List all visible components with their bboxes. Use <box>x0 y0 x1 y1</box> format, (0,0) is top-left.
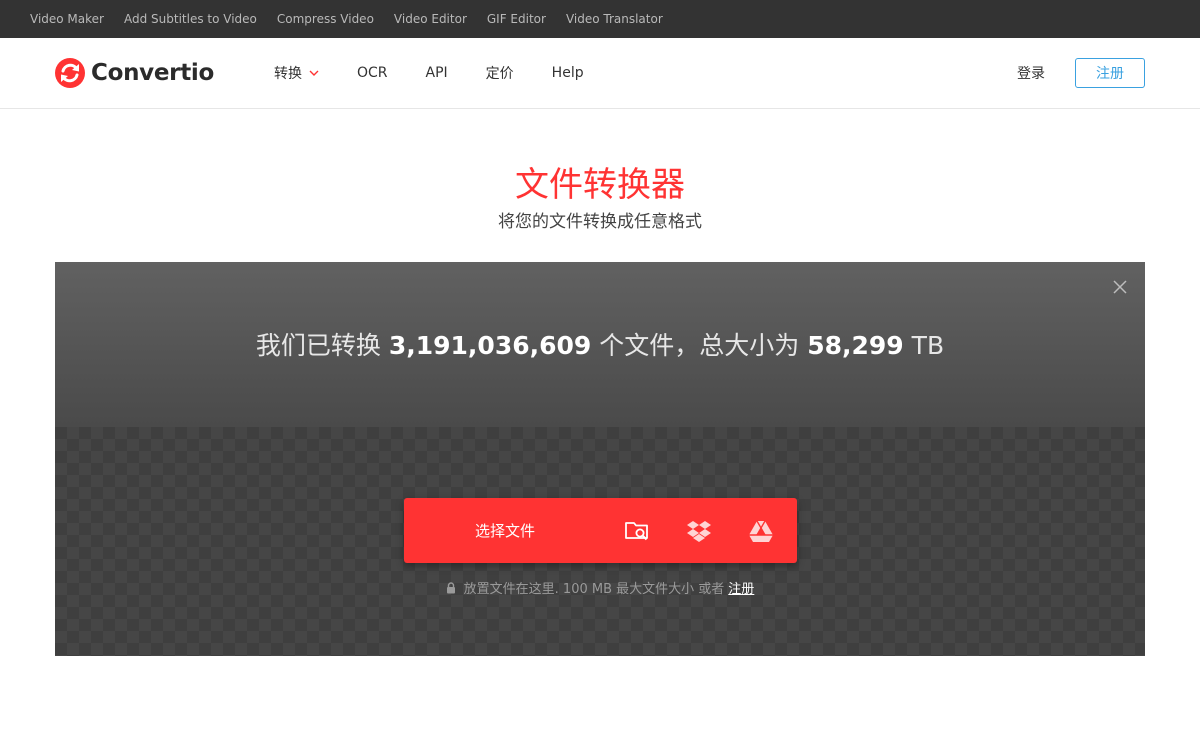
nav-convert-label: 转换 <box>273 66 302 82</box>
stats-banner: 我们已转换 3,191,036,609 个文件，总大小为 58,299 TB <box>55 262 1145 427</box>
lock-icon <box>446 581 455 593</box>
stats-middle: 个文件，总大小为 <box>599 330 800 360</box>
page-subtitle: 将您的文件转换成任意格式 <box>498 212 702 232</box>
header-actions: 登录 注册 <box>1017 58 1145 88</box>
drop-zone[interactable]: 选择文件 放置文件在这里. 100 MB 最大文件大小 或者 注册 <box>55 427 1145 656</box>
main-nav: 转换 OCR API 定价 Help <box>274 63 622 83</box>
topbar-link-video-maker[interactable]: Video Maker <box>30 12 104 26</box>
topbar-link-video-editor[interactable]: Video Editor <box>394 12 467 26</box>
topbar-link-add-subtitles[interactable]: Add Subtitles to Video <box>124 12 257 26</box>
logo-text: Convertio <box>91 60 214 86</box>
hint-signup-link[interactable]: 注册 <box>728 578 754 597</box>
signup-button[interactable]: 注册 <box>1075 58 1145 88</box>
stats-unit: TB <box>911 330 945 360</box>
google-drive-icon <box>749 520 773 542</box>
chevron-down-icon <box>309 70 319 76</box>
upload-bar: 选择文件 <box>404 498 797 563</box>
site-header: Convertio 转换 OCR API 定价 Help 登录 注册 <box>0 38 1200 109</box>
stats-prefix: 我们已转换 <box>255 330 381 360</box>
top-bar: Video Maker Add Subtitles to Video Compr… <box>0 0 1200 38</box>
nav-help[interactable]: Help <box>552 65 584 81</box>
stats-total-size: 58,299 <box>807 330 904 360</box>
drop-hint: 放置文件在这里. 100 MB 最大文件大小 或者 注册 <box>55 578 1145 597</box>
from-computer-button[interactable] <box>606 498 668 563</box>
convertio-logo-icon <box>55 58 85 88</box>
dropbox-icon <box>687 520 711 542</box>
stats-files-count: 3,191,036,609 <box>388 330 592 360</box>
from-google-drive-button[interactable] <box>730 498 792 563</box>
hero: 文件转换器 将您的文件转换成任意格式 <box>0 109 1200 232</box>
converter-panel: 我们已转换 3,191,036,609 个文件，总大小为 58,299 TB 选… <box>55 262 1145 656</box>
nav-ocr[interactable]: OCR <box>357 65 388 81</box>
topbar-link-video-translator[interactable]: Video Translator <box>566 12 663 26</box>
nav-api[interactable]: API <box>426 65 448 81</box>
page-title: 文件转换器 <box>515 165 685 205</box>
drop-hint-text: 放置文件在这里. 100 MB 最大文件大小 或者 <box>463 582 725 597</box>
nav-pricing[interactable]: 定价 <box>486 63 514 83</box>
stats-text: 我们已转换 3,191,036,609 个文件，总大小为 58,299 TB <box>256 326 944 362</box>
choose-files-button[interactable]: 选择文件 <box>404 520 606 541</box>
login-link[interactable]: 登录 <box>1017 63 1045 83</box>
folder-search-icon <box>625 521 648 540</box>
close-icon[interactable] <box>1113 280 1127 294</box>
topbar-link-gif-editor[interactable]: GIF Editor <box>487 12 546 26</box>
topbar-link-compress-video[interactable]: Compress Video <box>277 12 374 26</box>
nav-convert[interactable]: 转换 <box>274 63 319 83</box>
from-dropbox-button[interactable] <box>668 498 730 563</box>
logo[interactable]: Convertio <box>55 58 214 88</box>
